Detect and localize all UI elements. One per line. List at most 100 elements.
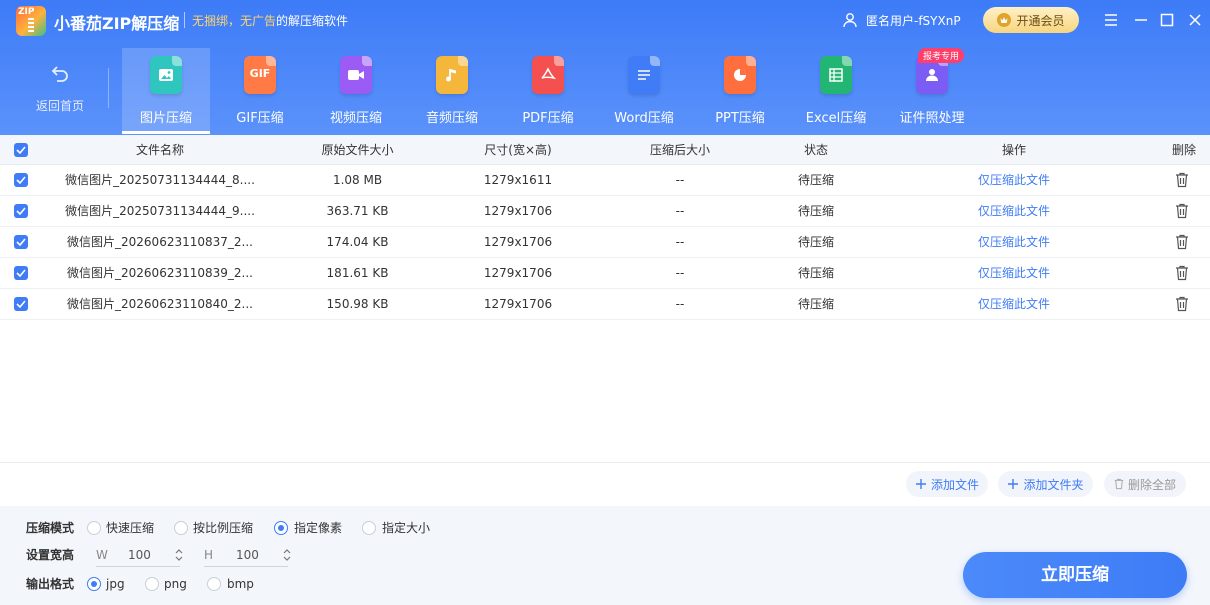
add-folder-button[interactable]: 添加文件夹 (998, 471, 1093, 497)
trash-icon (1114, 478, 1124, 490)
minimize-icon[interactable] (1132, 11, 1150, 29)
tool-nav: 返回首页 图片压缩 GIF GIF压缩 视频压缩 音频压缩 PDF压缩 Word… (0, 48, 1210, 135)
vip-crown-icon (997, 13, 1012, 27)
dimension-label: 设置宽高 (26, 548, 75, 562)
row-checkbox[interactable] (14, 204, 28, 218)
row-dimension: 1279x1706 (483, 266, 553, 280)
mode-label-fast: 快速压缩 (106, 521, 155, 535)
tool-label: 图片压缩 (139, 111, 192, 126)
tool-pdf-compress[interactable]: PDF压缩 (504, 48, 592, 134)
logo-text: ZIP (18, 7, 35, 17)
row-orig-size: 150.98 KB (326, 297, 389, 311)
table-row[interactable]: 微信图片_20250731134444_9.... 363.71 KB 1279… (0, 196, 1210, 227)
stepper-icon[interactable] (282, 547, 292, 563)
tool-word-compress[interactable]: Word压缩 (600, 48, 688, 134)
compress-mode-row: 压缩模式 快速压缩 按比例压缩 指定像素 指定大小 (26, 518, 446, 538)
row-orig-size: 174.04 KB (326, 235, 389, 249)
format-radio-png[interactable] (145, 577, 159, 591)
row-file-name: 微信图片_20250731134444_9.... (65, 204, 255, 218)
check-icon (16, 146, 26, 154)
app-logo-icon: ZIP (16, 6, 46, 36)
start-compress-button[interactable]: 立即压缩 (963, 552, 1187, 598)
trash-icon[interactable] (1175, 203, 1189, 219)
menu-icon[interactable] (1102, 11, 1120, 29)
check-icon (16, 300, 26, 308)
add-file-button[interactable]: 添加文件 (906, 471, 988, 497)
mode-radio-size[interactable] (362, 521, 376, 535)
table-row[interactable]: 微信图片_20260623110840_2... 150.98 KB 1279x… (0, 289, 1210, 320)
compress-this-link[interactable]: 仅压缩此文件 (954, 165, 1074, 195)
tool-id-photo[interactable]: 报考专用 证件照处理 (888, 48, 976, 134)
height-value: 100 (236, 548, 259, 562)
tool-gif-compress[interactable]: GIF GIF压缩 (216, 48, 304, 134)
tool-video-compress[interactable]: 视频压缩 (312, 48, 400, 134)
user-icon (843, 13, 857, 28)
user-account[interactable]: 匿名用户-fSYXnP (842, 11, 961, 29)
row-checkbox[interactable] (14, 173, 28, 187)
compress-this-link[interactable]: 仅压缩此文件 (954, 289, 1074, 319)
row-dimension: 1279x1611 (483, 173, 553, 187)
compress-this-link[interactable]: 仅压缩此文件 (954, 227, 1074, 257)
trash-icon[interactable] (1175, 296, 1189, 312)
mode-radio-fast[interactable] (87, 521, 101, 535)
header-delete: 删除 (1171, 143, 1196, 157)
header-status: 状态 (803, 143, 828, 157)
tool-label: GIF压缩 (236, 111, 284, 126)
tool-excel-compress[interactable]: Excel压缩 (792, 48, 880, 134)
vip-label: 开通会员 (1016, 13, 1065, 28)
select-all-checkbox[interactable] (14, 143, 28, 157)
close-icon[interactable] (1186, 11, 1204, 29)
compress-this-link[interactable]: 仅压缩此文件 (954, 196, 1074, 226)
height-input[interactable]: H 100 (204, 545, 291, 567)
back-home-button[interactable]: 返回首页 (20, 62, 100, 114)
row-dimension: 1279x1706 (483, 235, 553, 249)
top-header: ZIP 小番茄ZIP解压缩 无捆绑，无广告的解压缩软件 匿名用户-fSYXnP … (0, 0, 1210, 135)
width-value: 100 (128, 548, 151, 562)
tool-audio-compress[interactable]: 音频压缩 (408, 48, 496, 134)
stepper-icon[interactable] (174, 547, 184, 563)
tool-label: PDF压缩 (522, 111, 574, 126)
vip-button[interactable]: 开通会员 (983, 7, 1079, 33)
tool-label: 音频压缩 (425, 111, 478, 126)
tool-label: PPT压缩 (715, 111, 765, 126)
row-file-name: 微信图片_20260623110839_2... (67, 266, 253, 280)
word-icon (628, 56, 660, 94)
slogan-highlight: 无捆绑，无广告 (192, 14, 277, 28)
width-input[interactable]: W 100 (96, 545, 183, 567)
row-dimension: 1279x1706 (483, 204, 553, 218)
row-status: 待压缩 (797, 297, 834, 311)
tool-label: 视频压缩 (329, 111, 382, 126)
tool-image-compress[interactable]: 图片压缩 (122, 48, 210, 134)
app-title: 小番茄ZIP解压缩 (54, 14, 180, 33)
back-home-label: 返回首页 (35, 99, 84, 113)
row-checkbox[interactable] (14, 297, 28, 311)
row-checkbox[interactable] (14, 235, 28, 249)
format-label-bmp: bmp (227, 577, 254, 591)
row-status: 待压缩 (797, 173, 834, 187)
row-status: 待压缩 (797, 204, 834, 218)
mode-radio-pixel[interactable] (274, 521, 288, 535)
row-checkbox[interactable] (14, 266, 28, 280)
tool-ppt-compress[interactable]: PPT压缩 (696, 48, 784, 134)
format-radio-jpg[interactable] (87, 577, 101, 591)
delete-all-label: 删除全部 (1127, 477, 1176, 492)
trash-icon[interactable] (1175, 234, 1189, 250)
app-slogan: 无捆绑，无广告的解压缩软件 (192, 12, 348, 29)
music-icon (436, 56, 468, 94)
row-file-name: 微信图片_20250731134444_8.... (65, 173, 255, 187)
table-row[interactable]: 微信图片_20260623110837_2... 174.04 KB 1279x… (0, 227, 1210, 258)
nav-divider (108, 68, 109, 108)
format-radio-bmp[interactable] (207, 577, 221, 591)
table-row[interactable]: 微信图片_20260623110839_2... 181.61 KB 1279x… (0, 258, 1210, 289)
header-name: 文件名称 (135, 143, 184, 157)
table-row[interactable]: 微信图片_20250731134444_8.... 1.08 MB 1279x1… (0, 165, 1210, 196)
delete-all-button[interactable]: 删除全部 (1104, 471, 1186, 497)
row-orig-size: 1.08 MB (332, 173, 383, 187)
slogan-rest: 的解压缩软件 (276, 14, 349, 28)
compress-this-link[interactable]: 仅压缩此文件 (954, 258, 1074, 288)
mode-radio-ratio[interactable] (174, 521, 188, 535)
trash-icon[interactable] (1175, 172, 1189, 188)
maximize-icon[interactable] (1158, 11, 1176, 29)
app-window: ZIP 小番茄ZIP解压缩 无捆绑，无广告的解压缩软件 匿名用户-fSYXnP … (0, 0, 1210, 605)
trash-icon[interactable] (1175, 265, 1189, 281)
